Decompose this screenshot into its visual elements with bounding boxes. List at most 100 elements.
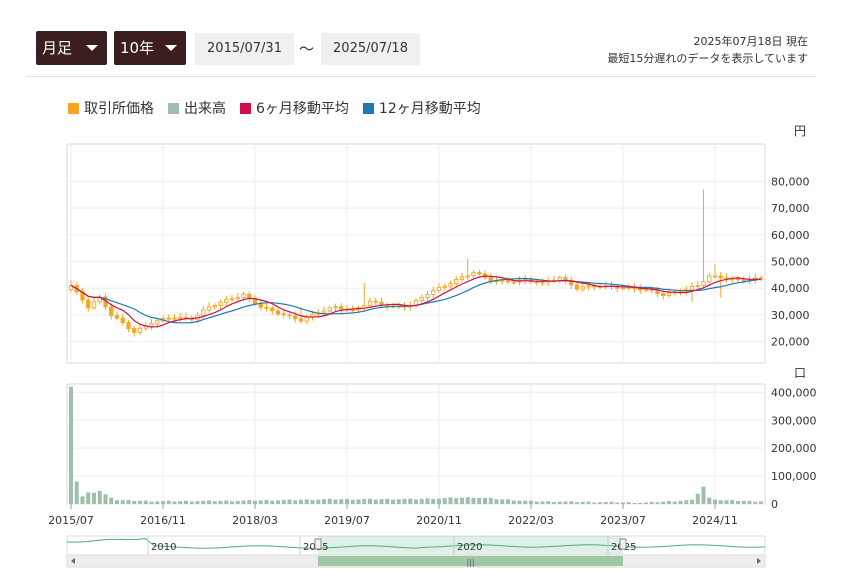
volume-bar [632, 503, 637, 504]
volume-bar [730, 500, 735, 504]
volume-bar [224, 500, 229, 504]
candle-body [339, 306, 344, 310]
volume-bar [477, 497, 482, 504]
volume-bar [448, 497, 453, 504]
volume-bar [138, 500, 142, 504]
volume-bar [517, 500, 522, 504]
volume-bar [736, 501, 740, 504]
volume-bar [207, 500, 211, 504]
volume-bar [552, 502, 556, 504]
candle-body [321, 310, 327, 314]
volume-bar [655, 502, 660, 504]
volume-bar [414, 499, 418, 504]
volume-bar [161, 501, 165, 504]
candle-body [735, 278, 741, 281]
volume-bar [661, 501, 666, 504]
candle-body [586, 285, 591, 288]
volume-bar [109, 497, 114, 504]
candle-body [465, 275, 470, 278]
volume-bar [724, 500, 729, 504]
volume-bar [189, 501, 194, 504]
volume-bar [103, 494, 108, 504]
volume-bar [333, 499, 338, 504]
volume-bar [92, 492, 96, 504]
candle-body [459, 276, 465, 280]
scrollbar-grip: ||| [466, 558, 474, 567]
volume-bar [97, 490, 102, 504]
volume-bar [184, 500, 188, 504]
volume-bar [511, 500, 516, 504]
candle-body [718, 275, 723, 279]
volume-bar [287, 499, 292, 504]
candle-body [178, 317, 183, 320]
navigator-handle[interactable] [619, 538, 627, 550]
volume-bar [690, 499, 694, 504]
candle-body [120, 317, 125, 324]
volume-bar [310, 500, 315, 504]
volume-bar [69, 386, 73, 504]
volume-bar [166, 500, 171, 504]
volume-bar [465, 497, 470, 504]
candle-body [741, 279, 746, 282]
volume-bar [115, 500, 119, 504]
volume-bar [385, 498, 390, 504]
volume-bar [460, 497, 464, 504]
volume-bar [120, 500, 125, 504]
volume-bar [230, 501, 234, 504]
volume-bar [373, 499, 378, 504]
volume-bar [753, 501, 758, 504]
x-axis: 2015/07 2016/11 2018/03 2019/07 2020/11 2022/… [48, 504, 738, 527]
volume-bar [569, 501, 574, 504]
candle-body [126, 322, 131, 329]
x-tick-label: 2024/11 [692, 514, 738, 527]
volume-bar [402, 498, 407, 504]
candle-body [235, 296, 240, 300]
volume-bar [322, 499, 326, 504]
volume-bar [759, 501, 763, 504]
candle-body [436, 286, 442, 292]
candle-body [166, 317, 171, 320]
candle-body [707, 275, 712, 283]
volume-bar [132, 500, 137, 504]
volume-bar [379, 499, 384, 504]
volume-bar [615, 502, 620, 504]
price-volume-chart[interactable]: 20,000 30,000 40,000 50,000 60,000 70,000 80,0… [0, 0, 842, 580]
x-tick-label: 2019/07 [324, 514, 370, 527]
volume-bar [212, 501, 217, 504]
volume-bar [356, 499, 361, 504]
volume-y-tick-label: 400,000 [771, 386, 817, 399]
volume-bar [253, 500, 257, 504]
candle-body [574, 284, 580, 290]
candle-body [229, 298, 235, 301]
volume-y-tick-label: 300,000 [771, 414, 817, 427]
candle-body [448, 283, 453, 287]
candle-body [293, 315, 298, 320]
volume-bar [684, 500, 689, 504]
candle-body [247, 293, 252, 299]
volume-y-tick-label: 0 [771, 498, 778, 511]
volume-bar [644, 502, 648, 504]
candle-body [373, 300, 378, 303]
candle-body [281, 313, 286, 316]
volume-bar [638, 502, 643, 504]
volume-bar [281, 499, 286, 504]
navigator-year-label: 2020 [457, 542, 482, 553]
volume-bar [598, 502, 602, 504]
candle-body [379, 301, 384, 306]
volume-bar [592, 502, 597, 504]
volume-bar [442, 498, 447, 504]
x-tick-label: 2018/03 [232, 514, 278, 527]
candle-body [350, 309, 355, 312]
volume-bar [506, 499, 510, 504]
x-tick-label: 2022/03 [508, 514, 554, 527]
volume-bar [86, 492, 91, 504]
candle-body [661, 293, 666, 297]
volume-bar [143, 500, 148, 504]
volume-bar [621, 502, 625, 504]
candle-body [655, 290, 660, 295]
volume-bar [529, 500, 533, 504]
volume-bar [350, 499, 355, 504]
volume-bar [74, 481, 79, 504]
candle-body [327, 307, 332, 312]
navigator-handle[interactable] [314, 538, 322, 550]
